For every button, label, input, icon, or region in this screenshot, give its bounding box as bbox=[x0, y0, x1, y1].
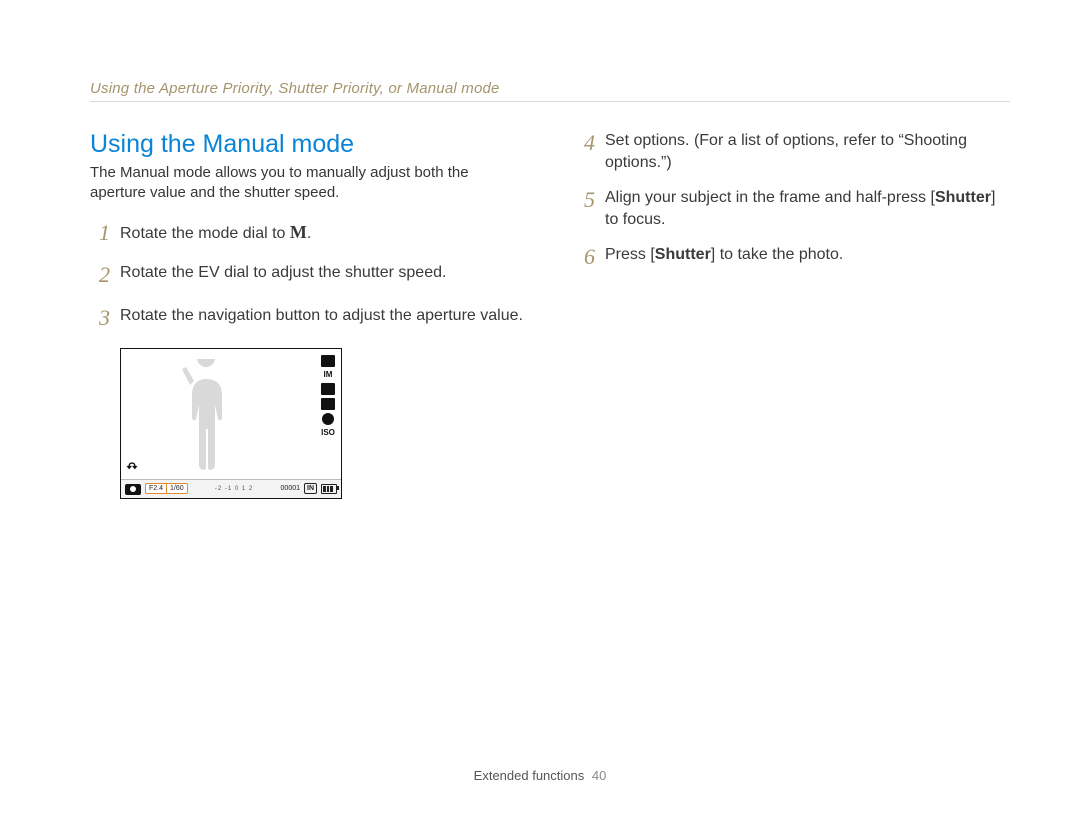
step-number: 5 bbox=[575, 185, 595, 216]
lcd-status-bar: F2.4 1/60 -2 -1 0 1 2 00001 IN bbox=[121, 479, 341, 498]
shot-counter: 00001 bbox=[281, 485, 300, 492]
column-right: 4 Set options. (For a list of options, r… bbox=[575, 130, 1010, 499]
text-fragment: . bbox=[307, 225, 311, 242]
page-footer: Extended functions 40 bbox=[0, 768, 1080, 783]
step-text: Align your subject in the frame and half… bbox=[605, 187, 1010, 232]
text-fragment: Press [ bbox=[605, 246, 655, 263]
column-left: Using the Manual mode The Manual mode al… bbox=[90, 130, 525, 499]
step-number: 6 bbox=[575, 242, 595, 273]
footer-page-number: 40 bbox=[592, 768, 606, 783]
step-number: 3 bbox=[90, 303, 110, 334]
step-number: 4 bbox=[575, 128, 595, 159]
shutter-key-label: Shutter bbox=[655, 246, 711, 263]
battery-icon bbox=[321, 484, 337, 494]
text-fragment: ] to take the photo. bbox=[711, 246, 844, 263]
step-5: 5 Align your subject in the frame and ha… bbox=[575, 187, 1010, 232]
text-fragment: Align your subject in the frame and half… bbox=[605, 189, 935, 206]
metering-icon bbox=[321, 398, 335, 410]
step-2: 2 Rotate the EV dial to adjust the shutt… bbox=[90, 262, 525, 293]
step-text: Set options. (For a list of options, ref… bbox=[605, 130, 1010, 175]
shutter-key-label: Shutter bbox=[935, 189, 991, 206]
ev-scale: -2 -1 0 1 2 bbox=[192, 486, 277, 492]
subject-silhouette-icon bbox=[176, 359, 236, 479]
text-fragment: Rotate the mode dial to bbox=[120, 225, 290, 242]
footer-section: Extended functions bbox=[474, 768, 585, 783]
exposure-readout: F2.4 1/60 bbox=[145, 483, 188, 494]
flash-mode-icon bbox=[322, 413, 334, 425]
step-text: Press [Shutter] to take the photo. bbox=[605, 244, 1010, 266]
step-number: 1 bbox=[90, 218, 110, 249]
content-columns: Using the Manual mode The Manual mode al… bbox=[90, 130, 1010, 499]
storage-badge-icon: IN bbox=[304, 483, 317, 494]
step-4: 4 Set options. (For a list of options, r… bbox=[575, 130, 1010, 175]
manual-page: Using the Aperture Priority, Shutter Pri… bbox=[0, 0, 1080, 815]
lcd-side-icons: IM ISO bbox=[321, 355, 335, 438]
step-6: 6 Press [Shutter] to take the photo. bbox=[575, 244, 1010, 275]
steps-right: 4 Set options. (For a list of options, r… bbox=[575, 130, 1010, 274]
lcd-viewport: IM ISO bbox=[121, 349, 341, 479]
steps-left: 1 Rotate the mode dial to M. 2 Rotate th… bbox=[90, 220, 525, 336]
drive-mode-icon bbox=[321, 355, 335, 367]
quality-icon bbox=[321, 383, 335, 395]
breadcrumb: Using the Aperture Priority, Shutter Pri… bbox=[90, 80, 1010, 102]
section-title: Using the Manual mode bbox=[90, 130, 525, 159]
step-text: Rotate the EV dial to adjust the shutter… bbox=[120, 262, 525, 284]
shutter-speed-value: 1/60 bbox=[166, 484, 187, 493]
iso-icon: ISO bbox=[321, 428, 335, 438]
step-text: Rotate the navigation button to adjust t… bbox=[120, 305, 525, 327]
step-text: Rotate the mode dial to M. bbox=[120, 220, 525, 245]
ois-badge-icon bbox=[125, 461, 139, 475]
aperture-value: F2.4 bbox=[146, 484, 166, 493]
image-size-icon: IM bbox=[321, 370, 335, 380]
step-1: 1 Rotate the mode dial to M. bbox=[90, 220, 525, 251]
step-number: 2 bbox=[90, 260, 110, 291]
section-intro: The Manual mode allows you to manually a… bbox=[90, 163, 525, 204]
camera-mode-icon bbox=[125, 483, 141, 495]
mode-dial-m-icon: M bbox=[290, 222, 307, 242]
camera-lcd-illustration: IM ISO F2.4 1/60 -2 -1 0 1 2 00001 bbox=[120, 348, 342, 499]
step-3: 3 Rotate the navigation button to adjust… bbox=[90, 305, 525, 336]
